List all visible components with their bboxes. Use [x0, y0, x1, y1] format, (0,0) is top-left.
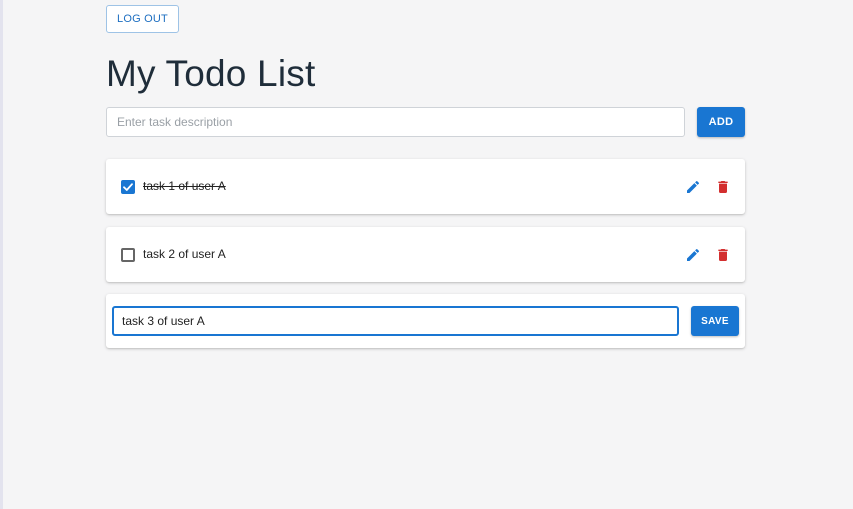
todo-checkbox-unchecked[interactable]	[121, 248, 135, 262]
task-description-input[interactable]	[106, 107, 685, 137]
delete-button[interactable]	[714, 178, 732, 196]
window-left-edge	[0, 0, 3, 509]
todo-item: task 1 of user A	[106, 159, 745, 214]
pencil-icon	[687, 180, 700, 193]
logout-button[interactable]: LOG OUT	[106, 5, 179, 33]
todo-text: task 1 of user A	[143, 179, 226, 193]
trash-icon	[718, 181, 728, 193]
add-task-form: ADD	[106, 106, 745, 138]
edit-task-input[interactable]	[112, 306, 679, 336]
todo-item: task 2 of user A	[106, 227, 745, 282]
todo-item-editing: SAVE	[106, 294, 745, 348]
save-button[interactable]: SAVE	[691, 306, 739, 336]
todo-app: LOG OUT My Todo List ADD task 1 of user …	[106, 5, 745, 348]
todo-text: task 2 of user A	[143, 247, 226, 261]
todo-checkbox-checked[interactable]	[121, 180, 135, 194]
page-title: My Todo List	[106, 53, 316, 94]
edit-button[interactable]	[684, 246, 702, 264]
delete-button[interactable]	[714, 246, 732, 264]
edit-button[interactable]	[684, 178, 702, 196]
pencil-icon	[687, 248, 700, 261]
add-button[interactable]: ADD	[697, 107, 745, 137]
checkmark-icon	[123, 183, 133, 191]
trash-icon	[718, 249, 728, 261]
